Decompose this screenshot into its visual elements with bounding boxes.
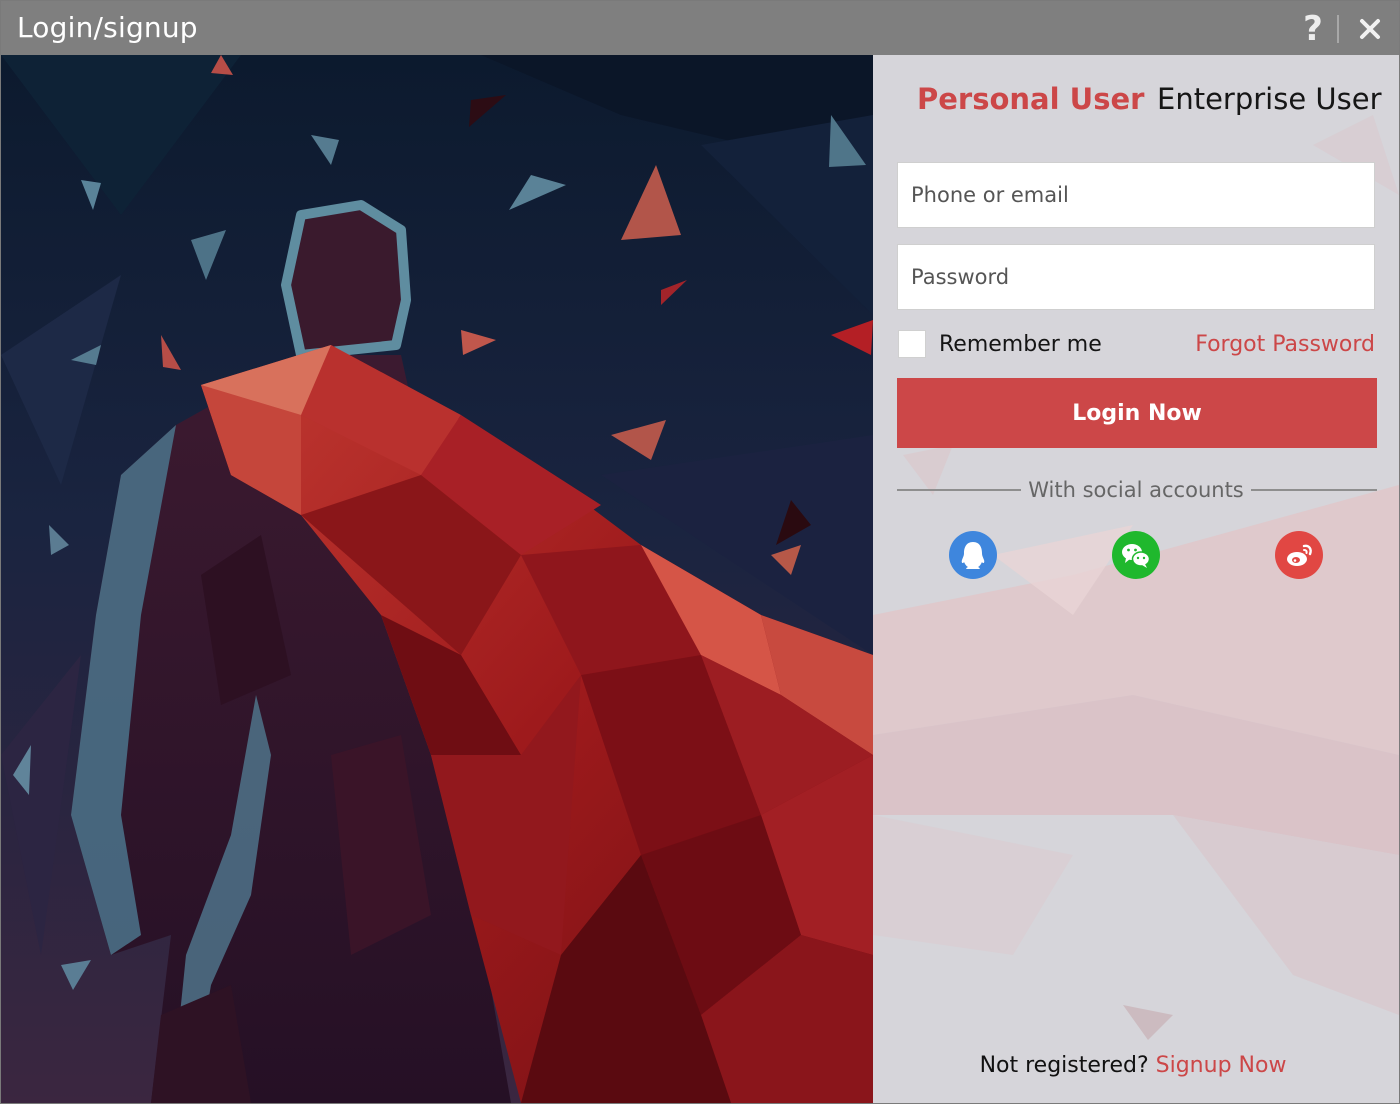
close-icon[interactable]	[1353, 11, 1387, 47]
window-title: Login/signup	[17, 11, 198, 44]
title-bar[interactable]: Login/signup ?	[1, 1, 1399, 55]
wechat-icon[interactable]	[1112, 531, 1160, 579]
divider-left	[897, 489, 1021, 491]
password-input[interactable]	[898, 245, 1374, 309]
title-bar-separator	[1337, 15, 1339, 43]
divider-right	[1251, 489, 1377, 491]
login-button[interactable]: Login Now	[897, 378, 1377, 448]
remember-me-label[interactable]: Remember me	[939, 330, 1102, 360]
weibo-icon[interactable]	[1275, 531, 1323, 579]
not-registered-text: Not registered?	[979, 1053, 1149, 1078]
login-window: Login/signup ? Personal User Enterprise …	[0, 0, 1400, 1104]
social-accounts-label: With social accounts	[1028, 478, 1244, 502]
password-field[interactable]	[897, 244, 1375, 310]
phone-email-field[interactable]	[897, 162, 1375, 228]
tab-personal-user[interactable]: Personal User	[917, 79, 1144, 119]
remember-me-checkbox[interactable]	[898, 330, 926, 358]
hero-artwork	[1, 55, 873, 1103]
qq-icon[interactable]	[949, 531, 997, 579]
tab-enterprise-user[interactable]: Enterprise User	[1157, 79, 1382, 119]
phone-email-input[interactable]	[898, 163, 1374, 227]
login-panel: Personal User Enterprise User Remember m…	[873, 55, 1399, 1103]
signup-footer: Not registered? Signup Now	[873, 1051, 1393, 1081]
help-icon[interactable]: ?	[1299, 9, 1327, 49]
signup-now-link[interactable]: Signup Now	[1156, 1053, 1287, 1078]
forgot-password-link[interactable]: Forgot Password	[1195, 330, 1375, 360]
